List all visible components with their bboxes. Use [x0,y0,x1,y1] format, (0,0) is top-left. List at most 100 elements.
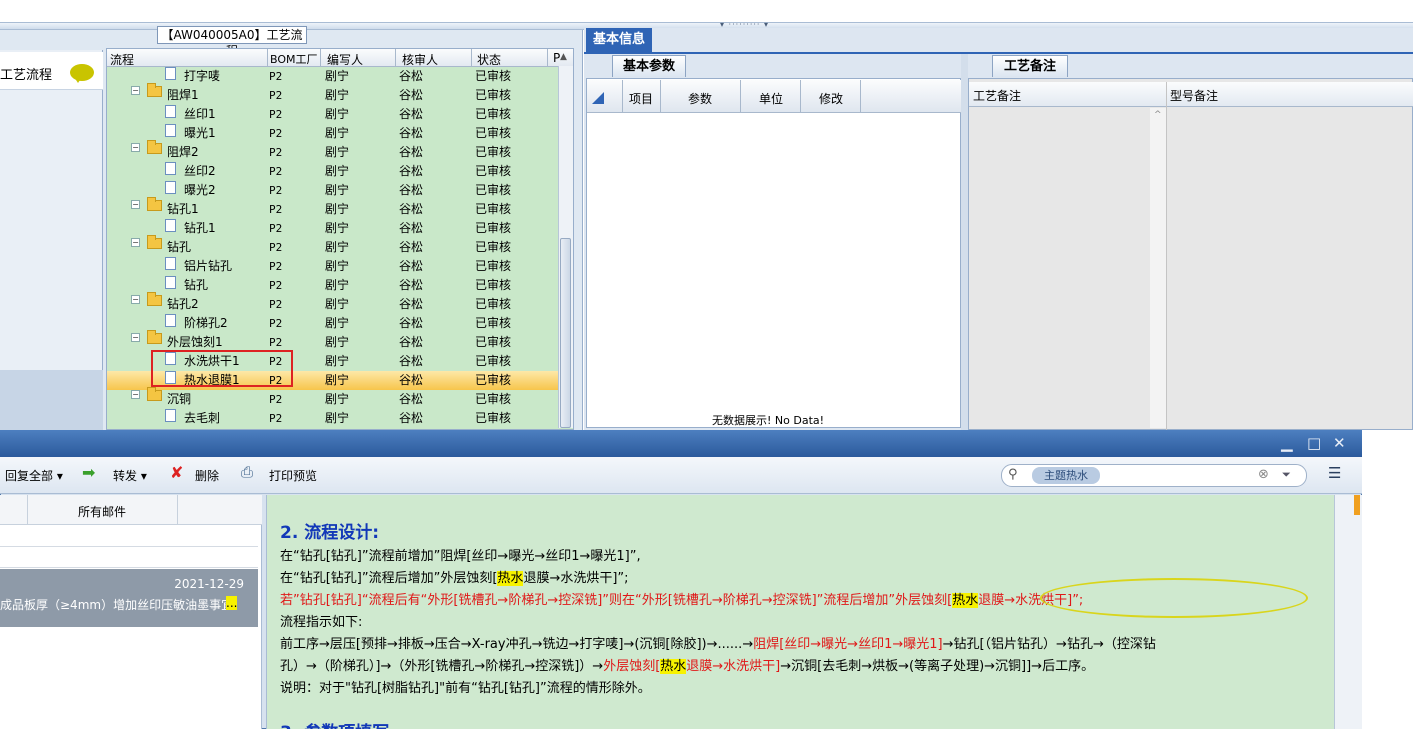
comment-bubble-icon [70,64,94,83]
scroll-up-icon[interactable]: ▲ [560,52,567,62]
close-icon[interactable]: ✕ [1333,434,1346,452]
status-cell: 已审核 [475,411,512,425]
clear-search-icon[interactable]: ⊗ [1258,467,1269,482]
reply-all-button[interactable]: 回复全部 ▾ [5,467,63,484]
collapse-toggle-icon[interactable]: − [131,200,140,209]
all-mail-filter[interactable]: 所有邮件 [78,503,126,520]
document-icon [165,314,176,327]
tree-node-label: 钻孔1 [167,202,199,216]
col-header-model-note[interactable]: 型号备注 [1170,87,1218,104]
col-header-reviewer[interactable]: 核审人 [402,51,438,68]
tree-scroll-thumb[interactable] [560,238,571,428]
tree-row[interactable]: 钻孔 P2 剧宁 谷松 已审核 [107,276,563,295]
col-header-param[interactable]: 参数 [688,90,712,107]
mail-date: 2021-12-29 [174,577,244,591]
tree-row[interactable]: − 沉铜 P2 剧宁 谷松 已审核 [107,387,563,409]
collapse-toggle-icon[interactable]: − [131,295,140,304]
tree-row[interactable]: 铝片钻孔 P2 剧宁 谷松 已审核 [107,257,563,276]
col-header-flow[interactable]: 流程 [110,51,134,68]
bom-cell: P2 [269,279,283,292]
panel-splitter[interactable] [961,54,968,430]
writer-cell: 剧宁 [325,88,350,102]
tree-row[interactable]: 丝印1 P2 剧宁 谷松 已审核 [107,105,563,124]
content-line-1: 在“钻孔[钻孔]”流程前增加”阻焊[丝印→曝光→丝印1→曝光1]”, [280,549,641,564]
notes-scrollbar[interactable] [1150,108,1166,428]
mail-list-item[interactable]: 2021-12-29 成品板厚（≥4mm）增加丝印压敏油墨事宜 ... [0,569,258,627]
outer-blank [1362,495,1413,729]
status-cell: 已审核 [475,107,512,121]
tree-row[interactable]: 钻孔1 P2 剧宁 谷松 已审核 [107,219,563,238]
forward-button[interactable]: 转发 ▾ [113,467,147,484]
tree-row[interactable]: 打字唛 P2 剧宁 谷松 已审核 [107,67,563,86]
writer-cell: 剧宁 [325,126,350,140]
status-cell: 已审核 [475,69,512,83]
reviewer-cell: 谷松 [399,278,424,292]
reviewer-cell: 谷松 [399,221,424,235]
writer-cell: 剧宁 [325,69,350,83]
tree-node-label: 钻孔 [167,240,192,254]
content-line-6: 孔）→（阶梯孔）]→（外形[铣槽孔→阶梯孔→控深铣]）→外层蚀刻[热水退膜→水洗… [280,659,1095,674]
collapse-toggle-icon[interactable]: − [131,86,140,95]
status-cell: 已审核 [475,183,512,197]
col-header-writer[interactable]: 编写人 [327,51,363,68]
corner-sort-icon [592,92,604,104]
col-header-status[interactable]: 状态 [477,51,501,68]
process-panel-title: 【AW040005A0】工艺流程 [157,26,307,58]
col-header-item[interactable]: 项目 [629,90,653,107]
tree-row[interactable]: − 阻焊2 P2 剧宁 谷松 已审核 [107,140,563,162]
col-header-unit[interactable]: 单位 [759,90,783,107]
tree-row[interactable]: 丝印2 P2 剧宁 谷松 已审核 [107,162,563,181]
content-scrollbar[interactable] [1334,495,1362,729]
tree-row[interactable]: − 钻孔1 P2 剧宁 谷松 已审核 [107,197,563,219]
print-preview-button[interactable]: 打印预览 [269,467,317,484]
document-icon [165,219,176,232]
minimize-icon[interactable]: ▁ [1281,434,1293,452]
reviewer-cell: 谷松 [399,392,424,406]
mail-titlebar[interactable]: ▁ □ ✕ [0,430,1362,457]
collapse-toggle-icon[interactable]: − [131,143,140,152]
reviewer-cell: 谷松 [399,145,424,159]
tab-process-notes[interactable]: 工艺备注 [992,55,1068,77]
bom-cell: P2 [269,203,283,216]
document-icon [165,257,176,270]
tab-basic-info[interactable]: 基本信息 [586,28,652,52]
reviewer-cell: 谷松 [399,126,424,140]
tab-basic-params[interactable]: 基本参数 [612,55,686,77]
tree-row[interactable]: − 钻孔2 P2 剧宁 谷松 已审核 [107,292,563,314]
col-header-bom[interactable]: BOM工厂 [270,51,318,67]
highlight-ellipse [1040,578,1308,618]
bom-cell: P2 [269,317,283,330]
forward-arrow-icon: ➡ [82,463,96,482]
notes-col-divider [1166,82,1167,430]
menu-icon[interactable]: ☰ [1328,464,1341,482]
status-cell: 已审核 [475,316,512,330]
delete-button[interactable]: 删除 [195,467,219,484]
writer-cell: 剧宁 [325,335,350,349]
printer-icon: ⎙ [241,463,254,481]
tree-row[interactable]: 曝光1 P2 剧宁 谷松 已审核 [107,124,563,143]
tree-node-label: 曝光1 [184,126,216,140]
col-header-process-note[interactable]: 工艺备注 [973,87,1021,104]
col-header-modify[interactable]: 修改 [819,90,843,107]
reviewer-cell: 谷松 [399,297,424,311]
nav-item-process-flow[interactable]: 工艺流程 [0,52,103,90]
scroll-up-icon[interactable]: ^ [1154,110,1162,120]
tree-row[interactable]: 阶梯孔2 P2 剧宁 谷松 已审核 [107,314,563,333]
maximize-icon[interactable]: □ [1307,434,1321,452]
search-options-icon[interactable]: ⏷ [1282,468,1291,482]
collapse-toggle-icon[interactable]: − [131,390,140,399]
top-strip [0,0,1413,22]
bom-cell: P2 [269,146,283,159]
search-icon: ⚲ [1008,467,1018,482]
bom-cell: P2 [269,165,283,178]
collapse-toggle-icon[interactable]: − [131,333,140,342]
bom-cell: P2 [269,89,283,102]
tree-row[interactable]: − 钻孔 P2 剧宁 谷松 已审核 [107,235,563,257]
content-line-7: 说明：对于"钻孔[树脂钻孔]"前有“钻孔[钻孔]”流程的情形除外。 [280,681,651,696]
tree-node-label: 钻孔 [184,278,209,292]
tree-row[interactable]: 曝光2 P2 剧宁 谷松 已审核 [107,181,563,200]
tree-row[interactable]: 去毛刺 P2 剧宁 谷松 已审核 [107,409,563,428]
tree-row[interactable]: − 阻焊1 P2 剧宁 谷松 已审核 [107,83,563,105]
search-tag[interactable]: 主题热水 [1032,467,1100,484]
collapse-toggle-icon[interactable]: − [131,238,140,247]
